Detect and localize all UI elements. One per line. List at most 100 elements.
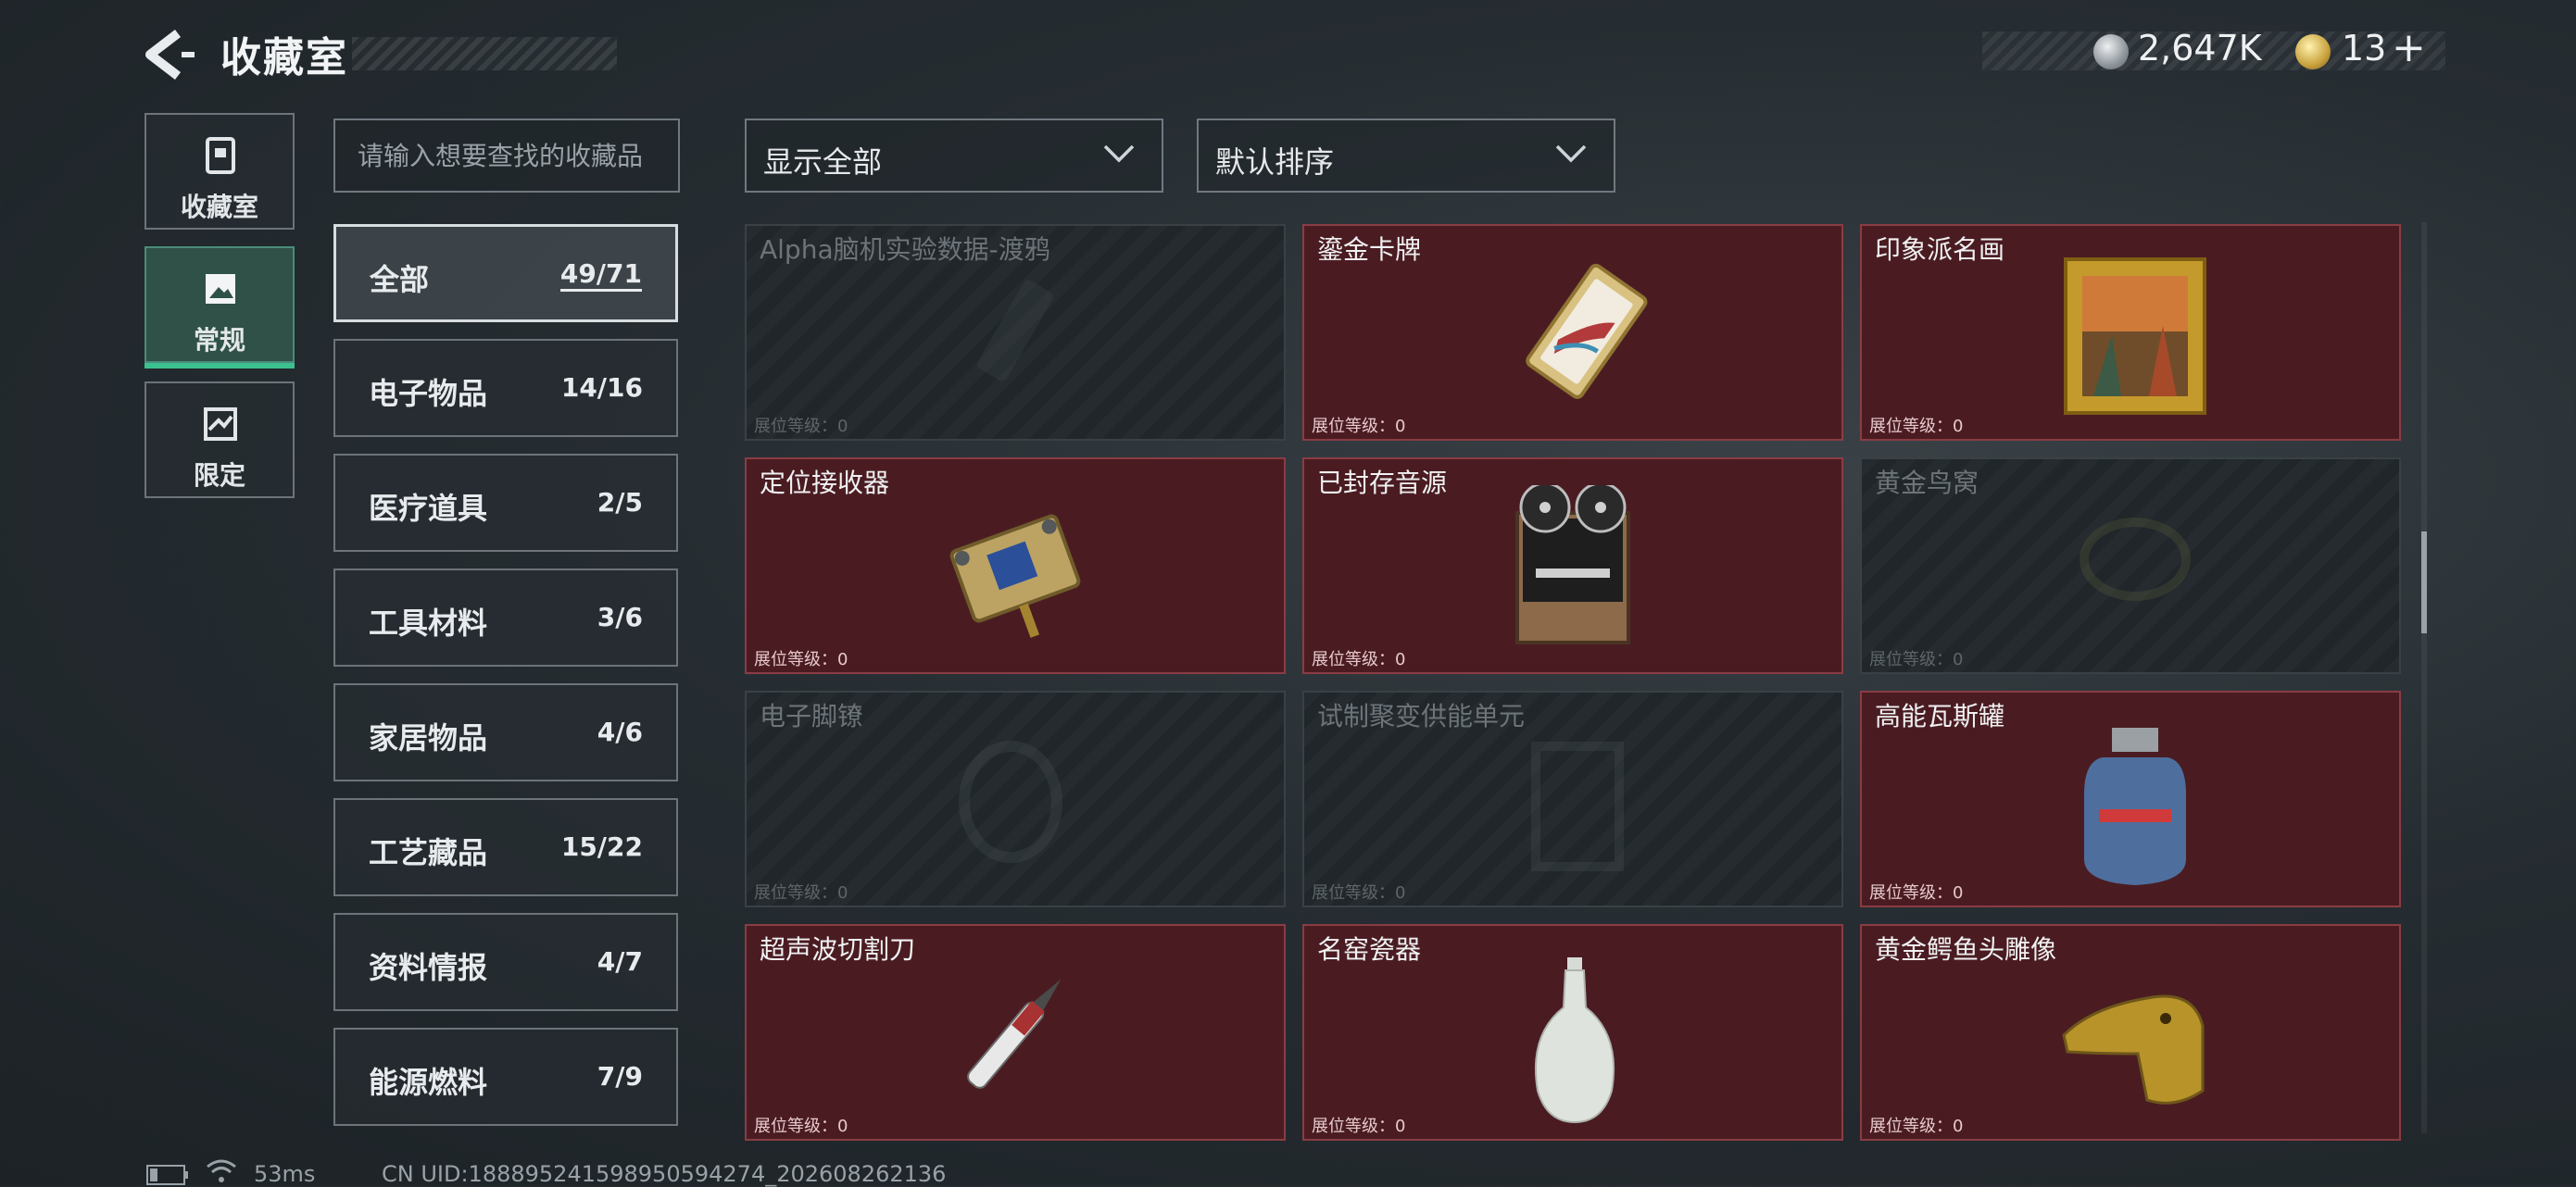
item-name: 试制聚变供能单元 — [1317, 701, 1526, 731]
item-card-ultrasonic-knife[interactable]: 超声波切割刀 展位等级：0 — [745, 924, 1286, 1141]
item-card-gilded-card[interactable]: 鎏金卡牌 展位等级：0 — [1302, 224, 1843, 441]
category-count: 4/7 — [597, 946, 643, 977]
ankle-monitor-icon — [959, 741, 1062, 863]
item-card-impressionist-painting[interactable]: 印象派名画 展位等级：0 — [1860, 224, 2401, 441]
display-filter-dropdown[interactable]: 显示全部 — [745, 119, 1163, 193]
category-count: 2/5 — [597, 487, 643, 518]
category-count: 3/6 — [597, 602, 643, 632]
item-card-porcelain[interactable]: 名窑瓷器 展位等级：0 — [1302, 924, 1843, 1141]
crocodile-statue-icon — [2062, 994, 2205, 1105]
grid-scrollbar-track[interactable] — [2421, 222, 2427, 1133]
nav-tab-collection[interactable]: 收藏室 — [145, 113, 295, 230]
category-name: 能源燃料 — [369, 1065, 488, 1100]
category-household[interactable]: 家居物品 4/6 — [333, 683, 678, 781]
nav-tab-label: 收藏室 — [180, 192, 258, 222]
nav-tab-limited[interactable]: 限定 — [145, 381, 295, 498]
fusion-cell-icon — [1531, 742, 1624, 871]
nav-tab-label: 常规 — [193, 325, 245, 356]
item-level: 展位等级：0 — [1869, 650, 1964, 669]
category-name: 全部 — [370, 262, 430, 297]
item-level: 展位等级：0 — [1312, 417, 1406, 436]
item-name: 电子脚镣 — [760, 701, 864, 731]
silver-coin-icon — [2093, 34, 2129, 69]
sort-value: 默认排序 — [1215, 144, 1335, 180]
category-name: 工艺藏品 — [369, 835, 488, 870]
item-card-gas-canister[interactable]: 高能瓦斯罐 展位等级：0 — [1860, 691, 2401, 907]
item-card-golden-nest[interactable]: 黄金鸟窝 展位等级：0 — [1860, 457, 2401, 674]
item-card-ankle-monitor[interactable]: 电子脚镣 展位等级：0 — [745, 691, 1286, 907]
item-name: 黄金鳄鱼头雕像 — [1875, 934, 2057, 965]
item-card-alpha-data[interactable]: Alpha脑机实验数据-渡鸦 展位等级：0 — [745, 224, 1286, 441]
bird-nest-icon — [2080, 518, 2191, 601]
porcelain-vase-icon — [1534, 957, 1615, 1124]
category-count: 7/9 — [597, 1061, 643, 1092]
search-input[interactable] — [333, 119, 680, 193]
item-level: 展位等级：0 — [1869, 883, 1964, 903]
category-intel[interactable]: 资料情报 4/7 — [333, 913, 678, 1011]
item-name: 定位接收器 — [760, 468, 890, 498]
category-name: 工具材料 — [369, 606, 488, 641]
nav-tab-regular[interactable]: 常规 — [145, 246, 295, 369]
receiver-icon — [949, 514, 1081, 638]
category-count: 49/71 — [559, 258, 642, 292]
gold-coin-icon — [2295, 34, 2331, 69]
item-level: 展位等级：0 — [754, 883, 848, 903]
item-name: 高能瓦斯罐 — [1875, 701, 2005, 731]
item-card-locator-receiver[interactable]: 定位接收器 展位等级：0 — [745, 457, 1286, 674]
category-count: 4/6 — [597, 717, 643, 747]
silver-amount: 2,647K — [2138, 28, 2262, 69]
painting-icon — [2064, 257, 2206, 415]
item-card-sealed-audio[interactable]: 已封存音源 展位等级：0 — [1302, 457, 1843, 674]
item-level: 展位等级：0 — [754, 1117, 848, 1136]
item-level: 展位等级：0 — [1869, 1117, 1964, 1136]
chevron-down-icon — [1555, 144, 1587, 163]
gas-canister-icon — [2084, 728, 2186, 885]
item-name: 超声波切割刀 — [760, 934, 916, 965]
data-drive-icon — [977, 280, 1053, 381]
category-count: 14/16 — [560, 372, 643, 403]
back-button[interactable] — [141, 28, 196, 81]
limited-icon — [204, 407, 237, 441]
item-level: 展位等级：0 — [1312, 883, 1406, 903]
chevron-down-icon — [1103, 144, 1135, 163]
category-medical[interactable]: 医疗道具 2/5 — [333, 454, 678, 552]
category-crafts[interactable]: 工艺藏品 15/22 — [333, 798, 678, 896]
tape-recorder-icon — [1515, 485, 1630, 644]
item-name: 黄金鸟窝 — [1875, 468, 1979, 498]
item-card-fusion-cell[interactable]: 试制聚变供能单元 展位等级：0 — [1302, 691, 1843, 907]
display-filter-value: 显示全部 — [763, 144, 883, 180]
category-electronics[interactable]: 电子物品 14/16 — [333, 339, 678, 437]
item-name: 印象派名画 — [1875, 234, 2005, 265]
item-level: 展位等级：0 — [1312, 1117, 1406, 1136]
grid-scrollbar-thumb[interactable] — [2421, 531, 2427, 633]
nav-tab-label: 限定 — [193, 460, 245, 491]
category-count: 15/22 — [560, 831, 643, 862]
category-name: 资料情报 — [369, 950, 488, 985]
item-level: 展位等级：0 — [1869, 417, 1964, 436]
active-tab-indicator — [145, 363, 295, 369]
wifi-icon — [207, 1159, 236, 1182]
sort-dropdown[interactable]: 默认排序 — [1197, 119, 1615, 193]
back-arrow-icon — [145, 30, 195, 80]
uid-label: CN UID:18889524159895059427‍4_2026082621… — [382, 1161, 947, 1187]
ping-value: 53ms — [254, 1161, 316, 1187]
item-name: 已封存音源 — [1317, 468, 1448, 498]
item-name: 名窑瓷器 — [1317, 934, 1422, 965]
item-name: 鎏金卡牌 — [1317, 234, 1422, 265]
category-tools[interactable]: 工具材料 3/6 — [333, 569, 678, 667]
gilded-card-icon — [1526, 263, 1648, 399]
add-currency-button[interactable]: + — [2392, 24, 2426, 71]
item-card-gold-crocodile[interactable]: 黄金鳄鱼头雕像 展位等级：0 — [1860, 924, 2401, 1141]
category-name: 医疗道具 — [369, 491, 488, 526]
category-name: 电子物品 — [369, 376, 488, 411]
collection-icon — [206, 137, 235, 174]
battery-icon — [146, 1165, 188, 1185]
ultrasonic-knife-icon — [967, 979, 1062, 1089]
category-all[interactable]: 全部 49/71 — [333, 224, 678, 322]
page-title: 收藏室 — [220, 34, 348, 81]
category-fuel[interactable]: 能源燃料 7/9 — [333, 1028, 678, 1126]
picture-icon — [206, 274, 235, 304]
title-decoration — [352, 37, 617, 70]
gold-amount: 13 — [2342, 28, 2387, 69]
category-name: 家居物品 — [369, 720, 488, 756]
